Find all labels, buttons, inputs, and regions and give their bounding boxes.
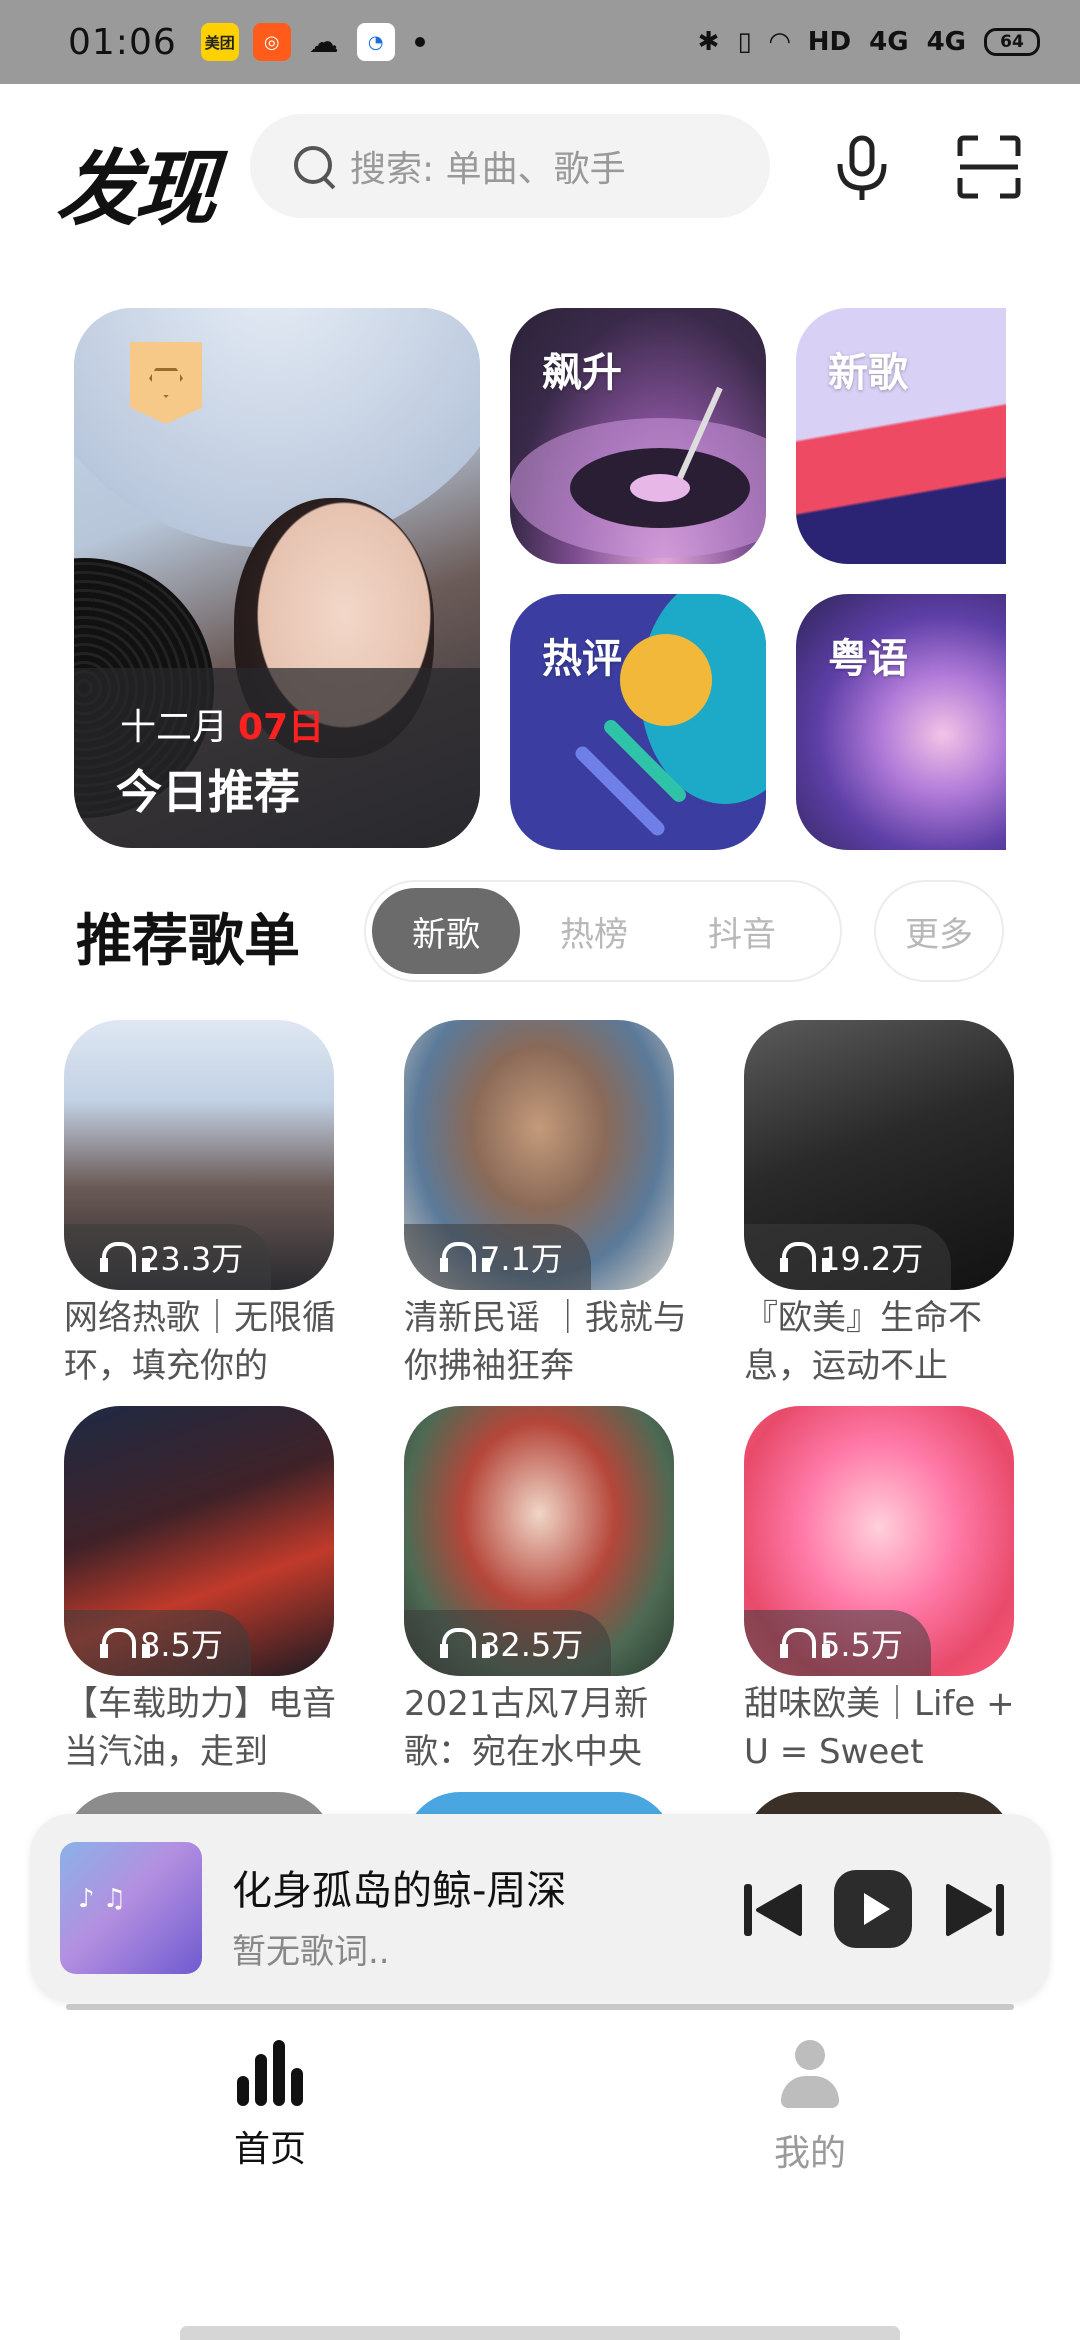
battery-icon: 64 bbox=[984, 28, 1040, 56]
playlist-tabs: 新歌 热榜 抖音 bbox=[364, 880, 842, 982]
meituan-app-icon: 美团 bbox=[200, 23, 239, 61]
microphone-icon[interactable] bbox=[832, 134, 892, 204]
playlist-title: 甜味欧美｜Life + U = Sweet bbox=[744, 1684, 1015, 1772]
playlist-card[interactable]: 32.5万 2021古风7月新歌：宛在水中央 bbox=[404, 1406, 674, 1776]
scan-icon[interactable] bbox=[956, 134, 1022, 200]
chart-tile-hot-comments[interactable]: 热评 bbox=[510, 594, 766, 850]
search-icon bbox=[292, 144, 336, 188]
chart-tile-cantonese[interactable]: 粤语 bbox=[796, 594, 1006, 850]
headphones-icon bbox=[440, 1242, 490, 1272]
headphones-icon bbox=[100, 1242, 150, 1272]
tile-label: 飙升 bbox=[542, 350, 622, 396]
play-icon bbox=[864, 1893, 890, 1925]
now-playing-cover: ♪ ♫ bbox=[60, 1842, 202, 1974]
status-indicators: ✱ ▯ ◠ HD 4G 4G 64 bbox=[698, 27, 1040, 57]
previous-track-icon[interactable] bbox=[740, 1880, 806, 1940]
playlist-cover: 32.5万 bbox=[404, 1406, 674, 1676]
vibrate-icon: ▯ bbox=[737, 27, 752, 57]
cover-art-script: ♪ ♫ bbox=[78, 1884, 127, 1914]
decor-stick bbox=[572, 743, 668, 839]
gesture-bar[interactable] bbox=[180, 2326, 900, 2340]
app-screen: 01:06 美团 ◎ ☁ ◔ ✱ ▯ ◠ HD 4G 4G 64 发现 搜索: … bbox=[0, 0, 1080, 2340]
recommend-day: 07日 bbox=[238, 707, 325, 748]
home-bars-icon bbox=[235, 2040, 305, 2106]
page-title: 发现 bbox=[54, 142, 217, 237]
playlist-cover: 7.1万 bbox=[404, 1020, 674, 1290]
play-count-badge: 8.5万 bbox=[64, 1610, 251, 1676]
signal-2: 4G bbox=[926, 27, 966, 57]
signal-1: 4G bbox=[869, 27, 909, 57]
playlist-title: 网络热歌｜无限循环，填充你的 bbox=[64, 1298, 336, 1386]
playlist-card[interactable]: 5.5万 甜味欧美｜Life + U = Sweet bbox=[744, 1406, 1015, 1776]
section-title: 推荐歌单 bbox=[76, 909, 300, 974]
status-time: 01:06 bbox=[68, 21, 177, 63]
play-count-badge: 23.3万 bbox=[64, 1224, 272, 1290]
now-playing-title: 化身孤岛的鲸-周深 bbox=[232, 1868, 567, 1914]
notification-dot-icon bbox=[414, 37, 425, 47]
search-bar[interactable]: 搜索: 单曲、歌手 bbox=[250, 114, 770, 218]
playlist-cover: 23.3万 bbox=[64, 1020, 334, 1290]
nav-home-label: 首页 bbox=[233, 2129, 306, 2170]
chart-tile-rising[interactable]: 飙升 bbox=[510, 308, 766, 564]
playlist-card[interactable]: 8.5万 【车载助力】电音当汽油，走到 bbox=[64, 1406, 336, 1776]
person-icon bbox=[781, 2040, 839, 2110]
play-count-badge: 32.5万 bbox=[404, 1610, 612, 1676]
playlist-card[interactable]: 7.1万 清新民谣 ｜我就与你拂袖狂奔 bbox=[404, 1020, 687, 1390]
search-placeholder: 搜索: 单曲、歌手 bbox=[350, 149, 626, 190]
headphones-icon bbox=[780, 1628, 830, 1658]
nav-mine[interactable]: 我的 bbox=[710, 2040, 910, 2180]
tile-label: 新歌 bbox=[828, 350, 908, 396]
nav-home[interactable]: 首页 bbox=[170, 2040, 370, 2180]
now-playing-lyrics: 暂无歌词.. bbox=[232, 1932, 390, 1972]
playlist-cover: 8.5万 bbox=[64, 1406, 334, 1676]
chart-tile-new[interactable]: 新歌 bbox=[796, 308, 1006, 564]
status-bar: 01:06 美团 ◎ ☁ ◔ ✱ ▯ ◠ HD 4G 4G 64 bbox=[0, 0, 1080, 84]
playlist-title: 清新民谣 ｜我就与你拂袖狂奔 bbox=[404, 1298, 687, 1386]
playlist-title: 【车载助力】电音当汽油，走到 bbox=[64, 1684, 336, 1772]
playback-progress-bar[interactable] bbox=[66, 2004, 1014, 2010]
more-button[interactable]: 更多 bbox=[874, 880, 1004, 982]
headphones-icon bbox=[780, 1242, 830, 1272]
tile-label: 热评 bbox=[542, 636, 622, 682]
tab-hot-list[interactable]: 热榜 bbox=[520, 888, 668, 974]
play-count-badge: 7.1万 bbox=[404, 1224, 591, 1290]
playlist-card[interactable]: 23.3万 网络热歌｜无限循环，填充你的 bbox=[64, 1020, 336, 1390]
bluetooth-icon: ✱ bbox=[697, 27, 720, 57]
playlist-title: 2021古风7月新歌：宛在水中央 bbox=[404, 1684, 649, 1772]
recommend-date: 十二月 07日 bbox=[120, 707, 325, 748]
play-button[interactable] bbox=[834, 1870, 912, 1948]
headphones-icon bbox=[440, 1628, 490, 1658]
kuaishou-app-icon: ◎ bbox=[252, 23, 291, 61]
playlist-card[interactable]: 19.2万 『欧美』生命不息，运动不止 bbox=[744, 1020, 1014, 1390]
play-count-badge: 19.2万 bbox=[744, 1224, 952, 1290]
tab-douyin[interactable]: 抖音 bbox=[668, 888, 816, 974]
daily-recommend-card[interactable]: 十二月 07日 今日推荐 bbox=[74, 308, 480, 848]
tab-new-songs[interactable]: 新歌 bbox=[372, 888, 520, 974]
wechat-app-icon: ☁ bbox=[308, 24, 339, 60]
network-label: HD bbox=[807, 27, 852, 57]
wifi-icon: ◠ bbox=[769, 27, 790, 57]
playlist-cover: 19.2万 bbox=[744, 1020, 1014, 1290]
nav-mine-label: 我的 bbox=[773, 2133, 846, 2174]
headphones-icon bbox=[100, 1628, 150, 1658]
weather-app-icon: ◔ bbox=[356, 23, 395, 61]
diamond-badge-icon bbox=[130, 342, 202, 424]
decor-sun bbox=[620, 634, 712, 726]
next-track-icon[interactable] bbox=[942, 1880, 1008, 1940]
daily-recommend-title: 今日推荐 bbox=[116, 765, 300, 819]
daily-recommend-caption: 十二月 07日 今日推荐 bbox=[74, 668, 480, 848]
mini-player[interactable]: ♪ ♫ 化身孤岛的鲸-周深 暂无歌词.. bbox=[30, 1814, 1050, 2002]
playlist-cover: 5.5万 bbox=[744, 1406, 1014, 1676]
play-count-badge: 5.5万 bbox=[744, 1610, 931, 1676]
tile-label: 粤语 bbox=[828, 636, 908, 682]
playlist-title: 『欧美』生命不息，运动不止 bbox=[744, 1298, 982, 1386]
header: 发现 搜索: 单曲、歌手 bbox=[0, 84, 1080, 254]
